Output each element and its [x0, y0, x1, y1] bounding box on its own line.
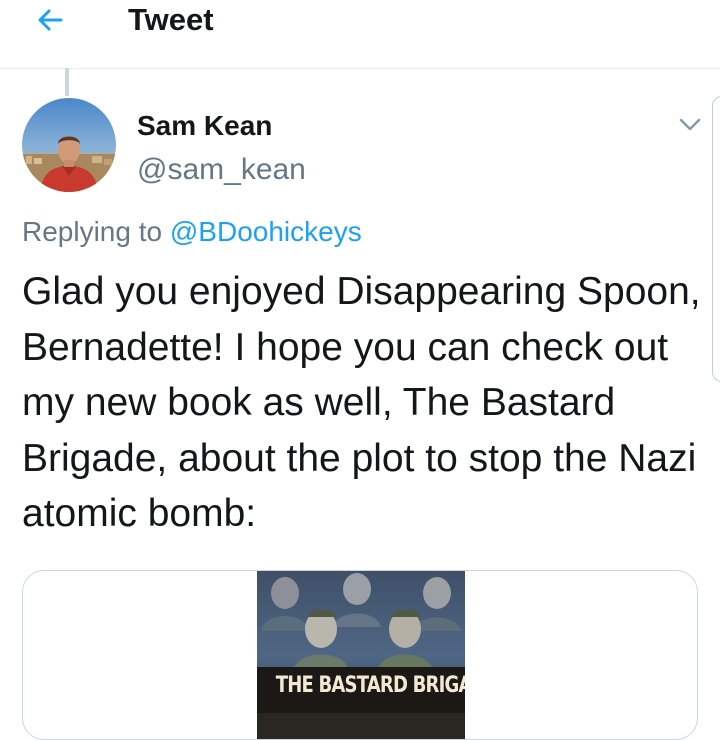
- link-preview-card[interactable]: THE BASTARD BRIGADE: [22, 570, 698, 740]
- author-display-name[interactable]: Sam Kean: [137, 110, 272, 142]
- replying-to-handle-link[interactable]: @BDoohickeys: [170, 216, 362, 247]
- avatar[interactable]: [22, 98, 116, 192]
- book-cover-image: THE BASTARD BRIGADE: [257, 571, 465, 739]
- replying-to-label: Replying to: [22, 216, 163, 247]
- thread-connector-line: [65, 68, 69, 96]
- book-cover-art: [257, 571, 465, 739]
- replying-to-line: Replying to @BDoohickeys: [22, 214, 362, 250]
- top-app-bar: Tweet: [0, 0, 720, 69]
- tweet-menu-button[interactable]: [672, 110, 708, 140]
- tweet-body-text: Glad you enjoyed Disappearing Spoon, Ber…: [22, 270, 701, 535]
- page-title: Tweet: [128, 2, 214, 37]
- author-handle[interactable]: @sam_kean: [137, 152, 306, 188]
- arrow-left-icon: [38, 9, 63, 31]
- back-button[interactable]: [28, 0, 72, 40]
- avatar-photo: [22, 98, 116, 192]
- chevron-down-icon: [679, 118, 701, 131]
- book-cover-title: THE BASTARD BRIGADE: [275, 673, 465, 698]
- edge-scroll-handle[interactable]: [712, 96, 720, 382]
